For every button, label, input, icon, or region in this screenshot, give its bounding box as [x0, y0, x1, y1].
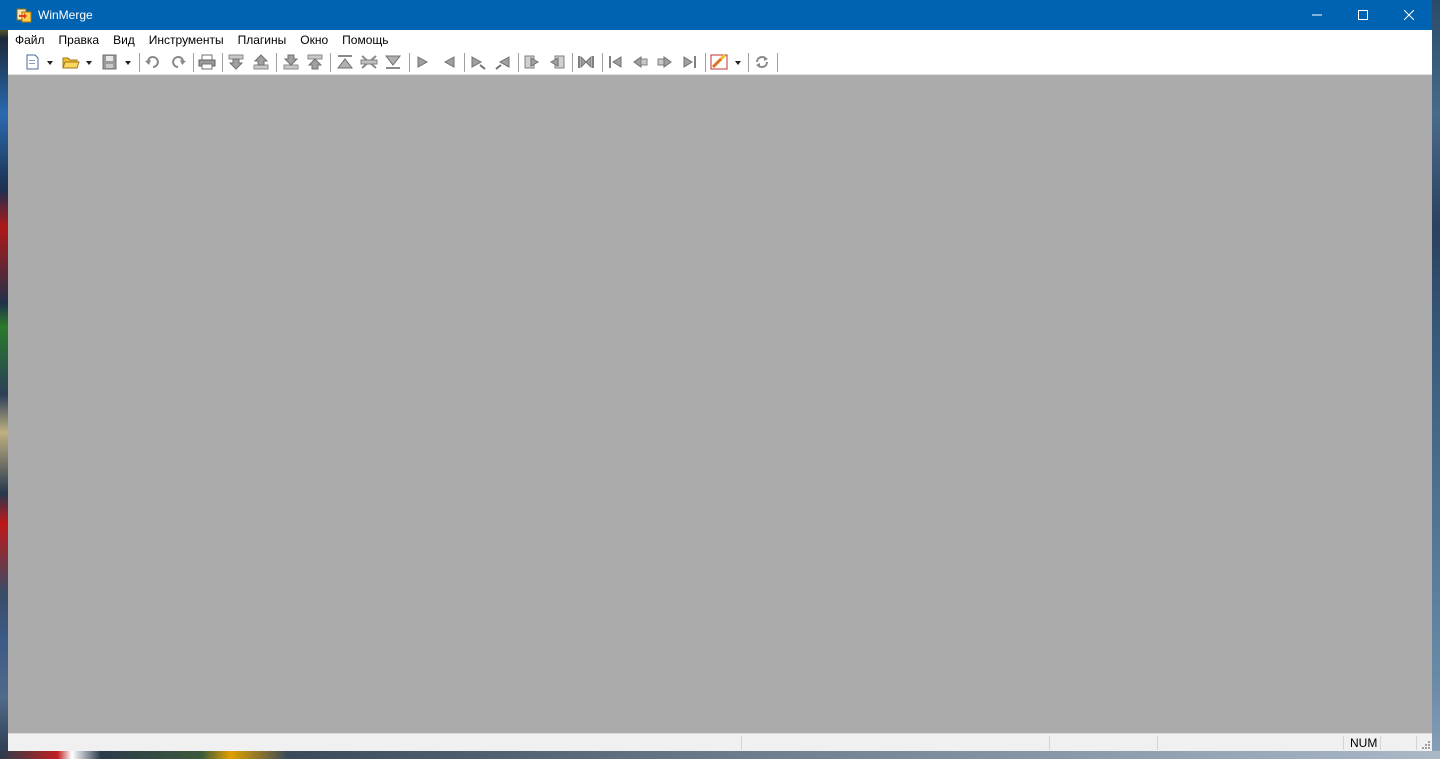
- menu-file[interactable]: Файл: [8, 30, 52, 50]
- current-diff-icon[interactable]: [360, 54, 378, 70]
- new-icon[interactable]: [24, 54, 42, 70]
- desktop-background-bottom: [0, 751, 1440, 759]
- open-dropdown-arrow[interactable]: [86, 61, 92, 65]
- prev-file-icon[interactable]: [631, 54, 649, 70]
- options-icon[interactable]: [710, 54, 728, 70]
- status-pane: [1343, 736, 1344, 750]
- menu-plugins[interactable]: Плагины: [231, 30, 294, 50]
- first-file-icon[interactable]: [607, 54, 625, 70]
- next-file-icon[interactable]: [656, 54, 674, 70]
- menu-bar: Файл Правка Вид Инструменты Плагины Окно…: [8, 30, 1432, 50]
- options-dropdown-arrow[interactable]: [735, 61, 741, 65]
- maximize-button[interactable]: [1340, 0, 1386, 30]
- merge-all-icon[interactable]: [577, 54, 595, 70]
- close-button[interactable]: [1386, 0, 1432, 30]
- desktop-background-left: [0, 0, 8, 759]
- status-pane: [1157, 736, 1158, 750]
- print-icon[interactable]: [198, 54, 216, 70]
- next-diff-icon[interactable]: [227, 54, 245, 70]
- toolbar: [8, 50, 1432, 75]
- num-lock-indicator: NUM: [1350, 736, 1378, 750]
- next-conflict-icon[interactable]: [282, 54, 300, 70]
- title-bar[interactable]: WinMerge: [0, 0, 1432, 30]
- resize-grip-icon[interactable]: [1420, 739, 1430, 749]
- open-icon[interactable]: [62, 54, 80, 70]
- menu-window[interactable]: Окно: [293, 30, 335, 50]
- winmerge-window: WinMerge Файл Правка Вид Инструменты Пла…: [0, 0, 1432, 751]
- window-title: WinMerge: [38, 8, 93, 22]
- status-pane: [1416, 736, 1417, 750]
- copy-left-advance-icon[interactable]: [494, 54, 512, 70]
- maximize-icon: [1358, 10, 1368, 20]
- desktop-background-right: [1432, 0, 1440, 759]
- winmerge-icon[interactable]: [16, 7, 32, 23]
- prev-diff-icon[interactable]: [252, 54, 270, 70]
- menu-view[interactable]: Вид: [106, 30, 142, 50]
- save-dropdown-arrow[interactable]: [125, 61, 131, 65]
- copy-left-icon[interactable]: [440, 54, 458, 70]
- last-diff-icon[interactable]: [384, 54, 402, 70]
- mdi-client-area[interactable]: [8, 75, 1432, 733]
- undo-icon[interactable]: [144, 54, 162, 70]
- first-diff-icon[interactable]: [336, 54, 354, 70]
- status-pane: [741, 736, 742, 750]
- copy-right-advance-icon[interactable]: [469, 54, 487, 70]
- copy-all-right-icon[interactable]: [523, 54, 541, 70]
- new-dropdown-arrow[interactable]: [47, 61, 53, 65]
- close-icon: [1404, 10, 1414, 20]
- minimize-button[interactable]: [1294, 0, 1340, 30]
- menu-tools[interactable]: Инструменты: [142, 30, 231, 50]
- redo-icon[interactable]: [169, 54, 187, 70]
- copy-right-icon[interactable]: [414, 54, 432, 70]
- save-icon[interactable]: [101, 54, 119, 70]
- prev-conflict-icon[interactable]: [306, 54, 324, 70]
- copy-all-left-icon[interactable]: [548, 54, 566, 70]
- minimize-icon: [1312, 14, 1322, 16]
- menu-edit[interactable]: Правка: [52, 30, 107, 50]
- status-pane: [1380, 736, 1381, 750]
- refresh-icon[interactable]: [753, 54, 771, 70]
- status-bar: NUM: [8, 733, 1432, 751]
- status-pane: [1049, 736, 1050, 750]
- menu-help[interactable]: Помощь: [335, 30, 395, 50]
- last-file-icon[interactable]: [680, 54, 698, 70]
